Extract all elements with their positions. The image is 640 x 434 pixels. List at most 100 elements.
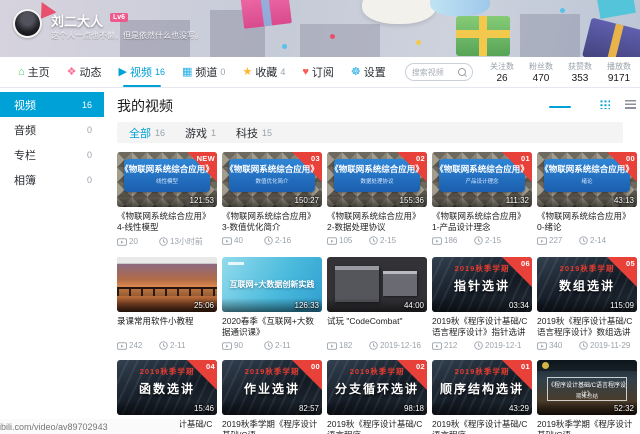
- video-thumbnail[interactable]: 2019秋季学期 函数选讲 04 15:46: [117, 360, 217, 415]
- video-thumbnail[interactable]: 《程序设计基础/C语言程序设计》 期末总结 52:32: [537, 360, 637, 415]
- thumbnail-subtitle-text: 分支循环选讲: [327, 380, 427, 397]
- video-thumbnail[interactable]: 25:06: [117, 257, 217, 312]
- upload-date: 13小时前: [170, 236, 203, 247]
- nav-item-channel[interactable]: ▦ 频道 0: [182, 57, 225, 87]
- video-title[interactable]: 试玩 "CodeCombat": [327, 316, 427, 338]
- video-search-box[interactable]: [405, 63, 473, 81]
- video-title[interactable]: 《物联网系统综合应用》2-数据处理协议: [327, 211, 427, 233]
- duration-label: 15:46: [194, 404, 214, 413]
- sidebar-item-label: 视频: [14, 97, 36, 113]
- video-card[interactable]: 44:00 试玩 "CodeCombat" 182 2019-12-16: [327, 257, 427, 350]
- video-thumbnail[interactable]: 《物联网系统综合应用》 数值优化简介 03 150:27: [222, 152, 322, 207]
- sidebar-item-audio[interactable]: 音频 0: [0, 117, 104, 142]
- video-thumbnail[interactable]: 《物联网系统综合应用》 数据处理协议 02 155:36: [327, 152, 427, 207]
- sidebar-item-label: 专栏: [14, 147, 36, 163]
- username[interactable]: 刘二大人: [51, 11, 103, 30]
- bilibili-space-page: 刘二大人 Lv6 这个人一点也不懒，但是依然什么也没写。 ⌂ 主页 ❖ 动态 ▶…: [0, 0, 640, 434]
- video-card[interactable]: 《物联网系统综合应用》 数值优化简介 03 150:27 《物联网系统综合应用》…: [222, 152, 322, 247]
- tab-label: 全部: [129, 125, 151, 141]
- video-card[interactable]: 《程序设计基础/C语言程序设计》 期末总结 52:32 2019秋季学期《程序设…: [537, 360, 637, 434]
- video-card[interactable]: 《物联网系统综合应用》 产品设计理念 01 111:32 《物联网系统综合应用》…: [432, 152, 532, 247]
- video-card[interactable]: 2019秋季学期 指针选讲 06 03:34 2019秋《程序设计基础/C语言程…: [432, 257, 532, 350]
- video-card[interactable]: 25:06 录课常用软件小教程 242 2-11: [117, 257, 217, 350]
- play-count: 340: [549, 341, 562, 350]
- upload-date: 2-15: [485, 236, 501, 245]
- upload-date: 2-14: [590, 236, 606, 245]
- video-meta: 105 2-15: [327, 236, 427, 245]
- video-card[interactable]: 《物联网系统综合应用》 数据处理协议 02 155:36 《物联网系统综合应用》…: [327, 152, 427, 247]
- nav-item-count: 0: [220, 67, 225, 77]
- sidebar-item-video[interactable]: 视频 16: [0, 92, 104, 117]
- sidebar-item-article[interactable]: 专栏 0: [0, 142, 104, 167]
- nav-item-dynamic[interactable]: ❖ 动态: [67, 57, 102, 87]
- video-title[interactable]: 2019秋季学期《程序设计基础/C语: [222, 419, 322, 434]
- grid-view-icon[interactable]: [599, 99, 610, 109]
- status-bar: bilibili.com/video/av89702943: [0, 419, 180, 434]
- nav-item-home[interactable]: ⌂ 主页: [18, 57, 50, 87]
- thumbnail-title-text: 互联网+大数据创新实践: [222, 279, 322, 290]
- video-thumbnail[interactable]: 《物联网系统综合应用》 绪论 00 43:13: [537, 152, 637, 207]
- duration-label: 43:29: [509, 404, 529, 413]
- video-title[interactable]: 《物联网系统综合应用》0-绪论: [537, 211, 637, 233]
- video-title[interactable]: 2020春季《互联网+大数据通识课》: [222, 316, 322, 338]
- video-title[interactable]: 2019秋《程序设计基础/C语言程序设计》数组选讲: [537, 316, 637, 338]
- tab-all[interactable]: 全部 16: [129, 125, 165, 141]
- video-title[interactable]: 2019秋《程序设计基础/C语言程序: [432, 419, 532, 434]
- video-thumbnail[interactable]: 2019秋季学期 顺序结构选讲 01 43:29: [432, 360, 532, 415]
- video-title[interactable]: 录课常用软件小教程: [117, 316, 217, 338]
- tab-tech[interactable]: 科技 15: [236, 125, 272, 141]
- thumbnail-title-text: 2019秋季学期: [432, 263, 532, 274]
- confetti-dot: [560, 8, 565, 13]
- play-count: 20: [129, 237, 138, 246]
- search-input[interactable]: [412, 68, 446, 77]
- video-meta: 340 2019-11-29: [537, 341, 637, 350]
- video-card[interactable]: 2019秋季学期 数组选讲 05 115:09 2019秋《程序设计基础/C语言…: [537, 257, 637, 350]
- video-card[interactable]: 2019秋季学期 顺序结构选讲 01 43:29 2019秋《程序设计基础/C语…: [432, 360, 532, 434]
- video-thumbnail[interactable]: 2019秋季学期 数组选讲 05 115:09: [537, 257, 637, 312]
- nav-item-subscribe[interactable]: ♥ 订阅: [302, 57, 334, 87]
- video-title[interactable]: 《物联网系统综合应用》1-产品设计理念: [432, 211, 532, 233]
- play-count: 186: [444, 236, 457, 245]
- video-title[interactable]: 2019秋季学期《程序设计基础/C语: [537, 419, 637, 434]
- video-meta: 20 13小时前: [117, 236, 217, 247]
- video-card[interactable]: 《物联网系统综合应用》 绪论 00 43:13 《物联网系统综合应用》0-绪论 …: [537, 152, 637, 247]
- video-thumbnail[interactable]: 2019秋季学期 指针选讲 06 03:34: [432, 257, 532, 312]
- upload-date-icon: [474, 236, 483, 245]
- video-thumbnail[interactable]: 2019秋季学期 分支循环选讲 02 98:18: [327, 360, 427, 415]
- sidebar-item-count: 0: [87, 175, 92, 185]
- nav-item-video[interactable]: ▶ 视频 16: [119, 57, 165, 87]
- nav-item-label: 动态: [80, 64, 102, 80]
- thumbnail-title-text: 《物联网系统综合应用》: [327, 163, 427, 175]
- avatar[interactable]: [13, 9, 42, 38]
- video-thumbnail[interactable]: 44:00: [327, 257, 427, 312]
- video-thumbnail[interactable]: 《物联网系统综合应用》 产品设计理念 01 111:32: [432, 152, 532, 207]
- video-title[interactable]: 2019秋《程序设计基础/C语言程序: [327, 419, 427, 434]
- video-title[interactable]: 《物联网系统综合应用》3-数值优化简介: [222, 211, 322, 233]
- gift-box-decoration: [456, 16, 510, 56]
- upload-date-icon: [264, 341, 273, 350]
- video-card[interactable]: 2019秋季学期 作业选讲 00 82:57 2019秋季学期《程序设计基础/C…: [222, 360, 322, 434]
- space-navbar: ⌂ 主页 ❖ 动态 ▶ 视频 16 ▦ 频道 0 ★ 收藏 4 ♥ 订阅 ☸ 设…: [0, 57, 640, 88]
- gear-icon: ☸: [351, 67, 361, 78]
- list-view-icon[interactable]: [625, 100, 636, 109]
- nav-item-favorites[interactable]: ★ 收藏 4: [242, 57, 285, 87]
- video-card[interactable]: 2019秋季学期 分支循环选讲 02 98:18 2019秋《程序设计基础/C语…: [327, 360, 427, 434]
- video-card[interactable]: 《物联网系统综合应用》 线性模型 NEW 121:53 《物联网系统综合应用》4…: [117, 152, 217, 247]
- search-icon[interactable]: [458, 68, 466, 76]
- sidebar-item-album[interactable]: 相簿 0: [0, 167, 104, 192]
- duration-label: 25:06: [194, 301, 214, 310]
- tab-game[interactable]: 游戏 1: [185, 125, 216, 141]
- video-title[interactable]: 《物联网系统综合应用》4-线性模型: [117, 211, 217, 233]
- nav-item-settings[interactable]: ☸ 设置: [351, 57, 386, 87]
- tab-label: 游戏: [185, 125, 207, 141]
- video-thumbnail[interactable]: 互联网+大数据创新实践 126:33: [222, 257, 322, 312]
- thumbnail-subtitle-text: 数组选讲: [537, 277, 637, 294]
- video-thumbnail[interactable]: 2019秋季学期 作业选讲 00 82:57: [222, 360, 322, 415]
- thumbnail-title-text: 《物联网系统综合应用》: [117, 163, 217, 175]
- video-title[interactable]: 2019秋《程序设计基础/C语言程序设计》指针选讲: [432, 316, 532, 338]
- play-count: 212: [444, 341, 457, 350]
- video-card[interactable]: 互联网+大数据创新实践 126:33 2020春季《互联网+大数据通识课》 90…: [222, 257, 322, 350]
- confetti-dot: [330, 34, 335, 39]
- video-thumbnail[interactable]: 《物联网系统综合应用》 线性模型 NEW 121:53: [117, 152, 217, 207]
- stat-plays: 播放数 9171: [606, 61, 632, 84]
